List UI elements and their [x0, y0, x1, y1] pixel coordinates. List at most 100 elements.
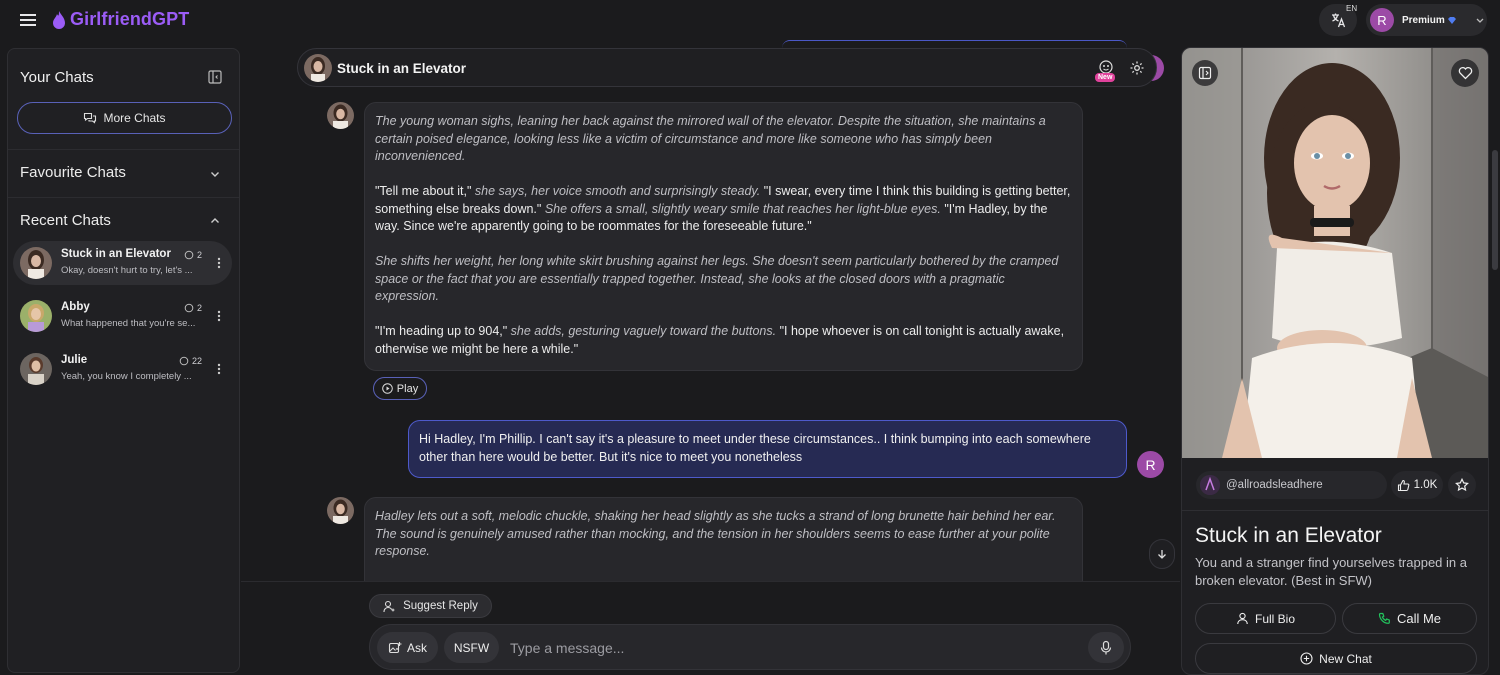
new-chat-button[interactable]: New Chat [1195, 643, 1477, 674]
narration-text: she says, her voice smooth and surprisin… [471, 184, 764, 198]
dialogue-text: "I'm heading up to 904," [375, 324, 508, 338]
creator-handle: @allroadsleadhere [1226, 479, 1323, 491]
recent-chats-header[interactable]: Recent Chats [20, 212, 111, 229]
character-avatar[interactable] [327, 497, 354, 524]
chat-name: Stuck in an Elevator [61, 248, 171, 260]
app-name: GirlfriendGPT [70, 9, 190, 29]
scroll-down-button[interactable] [1149, 539, 1175, 569]
suggest-reply-label: Suggest Reply [403, 600, 478, 612]
dialogue-text: "Tell me about it," [375, 184, 472, 198]
thumbs-up-icon [1397, 479, 1410, 491]
like-button[interactable]: 1.0K [1391, 471, 1443, 499]
nsfw-toggle[interactable]: NSFW [444, 632, 499, 663]
chat-bubbles-icon [84, 112, 97, 124]
divider [1182, 510, 1488, 511]
chat-list-item[interactable]: Abby What happened that you're se... 2 [13, 294, 232, 338]
panel-toggle-icon[interactable] [1192, 60, 1218, 86]
page-scrollbar[interactable] [1492, 150, 1498, 270]
star-icon[interactable] [1448, 471, 1476, 499]
plan-label: Premium [1402, 14, 1445, 26]
narration-text: She shifts her weight, her long white sk… [375, 254, 1059, 303]
chat-header: Stuck in an Elevator New [297, 48, 1157, 87]
hamburger-icon[interactable] [18, 11, 38, 29]
chats-sidebar: Your Chats More Chats Favourite Chats Re… [7, 48, 240, 673]
more-chats-button[interactable]: More Chats [17, 102, 232, 134]
user-message: Hi Hadley, I'm Phillip. I can't say it's… [408, 420, 1127, 478]
phone-icon [1378, 612, 1390, 624]
call-me-button[interactable]: Call Me [1342, 603, 1477, 634]
chat-list-item[interactable]: Stuck in an Elevator Okay, doesn't hurt … [13, 241, 232, 285]
narration-text: Hadley lets out a soft, melodic chuckle,… [375, 509, 1056, 558]
kebab-menu-icon[interactable] [216, 255, 222, 271]
translate-icon [1332, 13, 1346, 28]
user-avatar: R [1137, 451, 1164, 478]
account-menu[interactable]: R Premium [1366, 4, 1487, 36]
new-chat-label: New Chat [1319, 651, 1372, 666]
user-message-text: Hi Hadley, I'm Phillip. I can't say it's… [419, 432, 1091, 464]
language-code: EN [1346, 4, 1358, 13]
comment-icon [179, 356, 189, 366]
like-count: 1.0K [1413, 479, 1438, 491]
chat-avatar [20, 353, 52, 385]
chat-list-item[interactable]: Julie Yeah, you know I completely ... 22 [13, 347, 232, 391]
sidebar-title: Your Chats [20, 69, 94, 86]
message-input[interactable] [510, 633, 1070, 663]
top-bar: GirlfriendGPT EN R Premium [0, 0, 1500, 42]
narration-text: The young woman sighs, leaning her back … [375, 114, 1046, 163]
full-bio-button[interactable]: Full Bio [1195, 603, 1336, 634]
message-count-value: 2 [197, 303, 203, 313]
user-avatar: R [1370, 8, 1394, 32]
full-bio-label: Full Bio [1254, 611, 1295, 626]
microphone-icon [1100, 640, 1112, 654]
chevron-down-icon[interactable] [208, 167, 222, 181]
character-avatar[interactable] [327, 102, 354, 129]
play-audio-button[interactable]: Play [373, 377, 427, 400]
ask-label: Ask [406, 640, 427, 655]
message-composer: Ask NSFW [369, 624, 1131, 670]
play-label: Play [396, 382, 419, 395]
chevron-down-icon [1476, 18, 1484, 23]
flame-icon [53, 10, 65, 29]
character-description: You and a stranger find yourselves trapp… [1195, 555, 1467, 588]
comment-icon [184, 303, 194, 313]
nsfw-label: NSFW [453, 640, 490, 655]
sidebar-collapse-icon[interactable] [207, 69, 223, 85]
arrow-down-icon [1158, 550, 1166, 559]
call-me-label: Call Me [1396, 611, 1442, 626]
message-count: 2 [184, 250, 202, 260]
creator-link[interactable]: @allroadsleadhere [1196, 471, 1387, 499]
heart-icon[interactable] [1451, 59, 1479, 87]
message-count-value: 22 [192, 356, 203, 366]
kebab-menu-icon[interactable] [216, 308, 222, 324]
creator-avatar [1200, 475, 1220, 495]
chat-name: Julie [61, 354, 88, 366]
chevron-up-icon[interactable] [208, 214, 222, 228]
message-count-value: 2 [197, 250, 203, 260]
narration-text: she adds, gesturing vaguely toward the b… [507, 324, 780, 338]
chat-avatar [20, 247, 52, 279]
comment-icon [184, 250, 194, 260]
app-logo[interactable]: GirlfriendGPT [52, 9, 189, 30]
favourite-chats-header[interactable]: Favourite Chats [20, 164, 126, 181]
user-sparkle-icon [383, 600, 396, 612]
kebab-menu-icon[interactable] [216, 361, 222, 377]
chat-preview: What happened that you're se... [61, 318, 196, 329]
gear-icon[interactable] [1129, 60, 1145, 76]
ask-image-button[interactable]: Ask [377, 632, 438, 663]
divider [8, 197, 239, 198]
user-icon [1237, 612, 1248, 625]
play-icon [381, 383, 393, 394]
plus-circle-icon [1300, 652, 1313, 665]
character-avatar[interactable] [304, 54, 332, 82]
narration-text: She offers a small, slightly weary smile… [541, 201, 945, 216]
chat-preview: Yeah, you know I completely ... [61, 371, 192, 382]
new-badge: New [1095, 73, 1116, 82]
message-count: 2 [184, 303, 202, 313]
more-chats-label: More Chats [103, 111, 166, 125]
image-plus-icon [388, 641, 402, 653]
suggest-reply-button[interactable]: Suggest Reply [369, 594, 492, 618]
microphone-button[interactable] [1088, 632, 1124, 663]
diamond-icon [1447, 16, 1456, 24]
character-panel: @allroadsleadhere 1.0K Stuck in an Eleva… [1181, 47, 1489, 675]
message-count: 22 [179, 356, 202, 366]
